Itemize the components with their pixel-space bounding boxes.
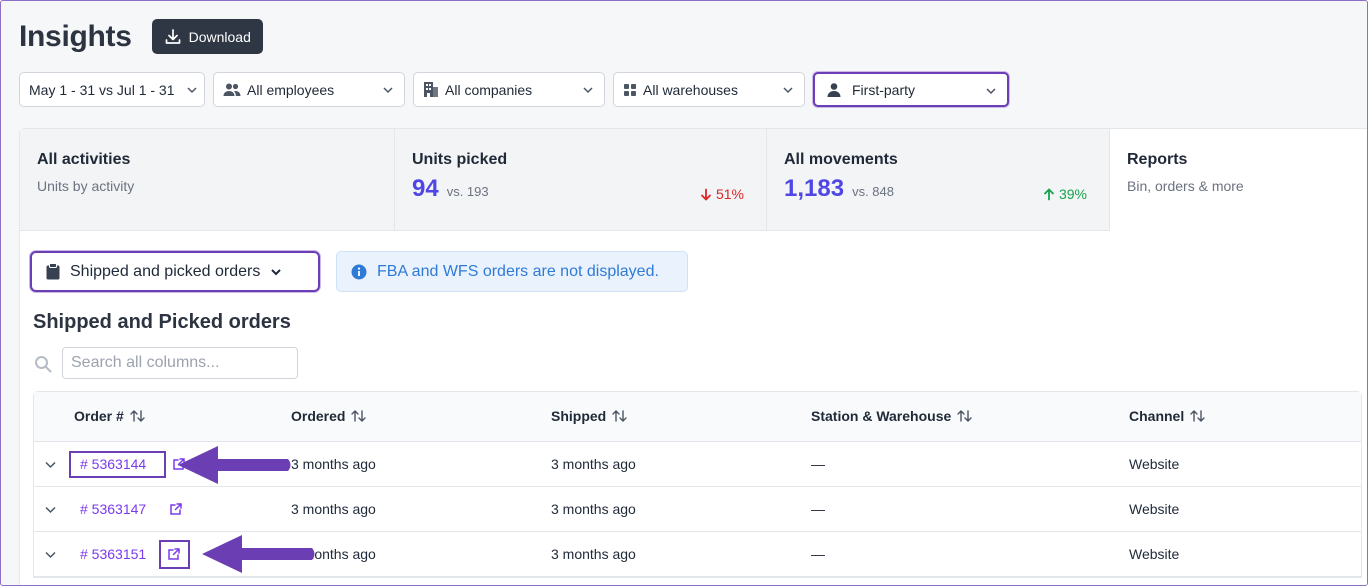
page-header: Insights Download <box>19 19 263 54</box>
user-icon <box>827 82 841 97</box>
chevron-down-icon <box>783 87 793 94</box>
warehouses-filter[interactable]: All warehouses <box>613 72 805 107</box>
table-row: # 5363147 3 months ago 3 months ago — We… <box>34 487 1361 532</box>
channel-cell: Website <box>1129 456 1180 472</box>
notice-text: FBA and WFS orders are not displayed. <box>377 262 659 280</box>
sort-icon <box>957 410 972 422</box>
section-title: Shipped and Picked orders <box>33 311 291 333</box>
column-header-channel[interactable]: Channel <box>1129 408 1207 424</box>
report-type-select[interactable]: Shipped and picked orders <box>30 251 320 292</box>
arrow-down-icon <box>701 188 711 201</box>
employees-filter[interactable]: All employees <box>213 72 405 107</box>
station-cell: — <box>811 501 825 517</box>
delta-badge: 51% <box>700 186 744 202</box>
info-icon <box>351 264 367 279</box>
sort-icon <box>130 410 145 422</box>
warehouses-label: All warehouses <box>643 81 738 98</box>
companies-label: All companies <box>445 81 533 98</box>
date-range-filter[interactable]: May 1 - 31 vs Jul 1 - 31 <box>19 72 205 107</box>
app-window: Insights Download May 1 - 31 vs Jul 1 - … <box>0 0 1368 586</box>
companies-filter[interactable]: All companies <box>413 72 605 107</box>
tab-units-picked[interactable]: Units picked 94 vs. 193 51% <box>395 129 767 231</box>
orders-table: Order # Ordered Shipped Station & Wareho… <box>33 391 1362 578</box>
sort-icon <box>612 410 627 422</box>
column-header-shipped[interactable]: Shipped <box>551 408 629 424</box>
annotation-arrow <box>178 446 291 484</box>
party-label: First-party <box>852 81 915 98</box>
column-header-order[interactable]: Order # <box>74 408 147 424</box>
users-icon <box>223 83 241 96</box>
info-notice: FBA and WFS orders are not displayed. <box>336 251 688 292</box>
metric-value: 1,183 <box>784 175 845 202</box>
search-input[interactable] <box>62 347 298 379</box>
channel-cell: Website <box>1129 501 1180 517</box>
order-link[interactable]: # 5363144 <box>80 456 146 472</box>
table-row: # 5363151 3 months ago 3 months ago — We… <box>34 532 1361 577</box>
grid-icon <box>624 83 636 96</box>
search-icon <box>35 356 52 373</box>
column-header-ordered[interactable]: Ordered <box>291 408 368 424</box>
filter-bar: May 1 - 31 vs Jul 1 - 31 All employees A… <box>19 72 1017 107</box>
station-cell: — <box>811 546 825 562</box>
delta-value: 39% <box>1058 186 1087 202</box>
delta-badge: 39% <box>1043 186 1087 202</box>
order-link[interactable]: # 5363147 <box>80 501 146 517</box>
tab-title: Reports <box>1127 151 1188 168</box>
tab-title: Units picked <box>412 151 508 168</box>
table-header: Order # Ordered Shipped Station & Wareho… <box>34 392 1361 442</box>
metric-comparison: vs. 193 <box>446 184 489 199</box>
shipped-cell: 3 months ago <box>551 501 636 517</box>
external-link-icon[interactable] <box>167 547 181 561</box>
report-type-label: Shipped and picked orders <box>70 262 261 280</box>
metric-comparison: vs. 848 <box>852 184 894 199</box>
tab-title: All movements <box>784 151 898 168</box>
chevron-down-icon[interactable] <box>44 503 57 516</box>
column-header-station[interactable]: Station & Warehouse <box>811 408 974 424</box>
employees-label: All employees <box>247 81 335 98</box>
insights-panel: All activities Units by activity Units p… <box>19 128 1367 585</box>
metric-value: 94 <box>412 175 439 202</box>
external-link-icon[interactable] <box>169 502 183 516</box>
shipped-cell: 3 months ago <box>551 546 636 562</box>
table-row: # 5363144 3 months ago 3 months ago — We… <box>34 442 1361 487</box>
annotation-arrow <box>202 535 315 573</box>
tab-all-movements[interactable]: All movements 1,183 vs. 848 39% <box>767 129 1110 231</box>
page-title: Insights <box>19 19 132 53</box>
download-button[interactable]: Download <box>151 19 263 54</box>
chevron-down-icon <box>383 87 393 94</box>
tab-subtitle: Units by activity <box>37 178 135 194</box>
station-cell: — <box>811 456 825 472</box>
order-link[interactable]: # 5363151 <box>80 546 146 562</box>
chevron-down-icon[interactable] <box>44 548 57 561</box>
chevron-down-icon <box>986 88 996 95</box>
delta-value: 51% <box>715 186 744 202</box>
channel-cell: Website <box>1129 546 1180 562</box>
metric-tabs: All activities Units by activity Units p… <box>20 129 1367 231</box>
tab-subtitle: Bin, orders & more <box>1127 178 1244 194</box>
chevron-down-icon[interactable] <box>44 458 57 471</box>
shipped-cell: 3 months ago <box>551 456 636 472</box>
chevron-down-icon <box>271 268 282 275</box>
ordered-cell: 3 months ago <box>291 456 376 472</box>
party-filter[interactable]: First-party <box>813 72 1009 107</box>
arrow-up-icon <box>1044 187 1054 200</box>
tab-title: All activities <box>37 151 131 168</box>
sort-icon <box>351 410 367 422</box>
chevron-down-icon <box>187 87 197 94</box>
clipboard-icon <box>46 263 60 280</box>
tab-reports[interactable]: Reports Bin, orders & more <box>1110 129 1367 231</box>
tab-all-activities[interactable]: All activities Units by activity <box>20 129 395 231</box>
chevron-down-icon <box>583 87 593 94</box>
ordered-cell: 3 months ago <box>291 501 376 517</box>
building-icon <box>424 82 438 97</box>
date-range-label: May 1 - 31 vs Jul 1 - 31 <box>29 81 175 98</box>
download-icon <box>165 28 180 44</box>
download-label: Download <box>188 28 251 45</box>
sort-icon <box>1190 410 1205 422</box>
